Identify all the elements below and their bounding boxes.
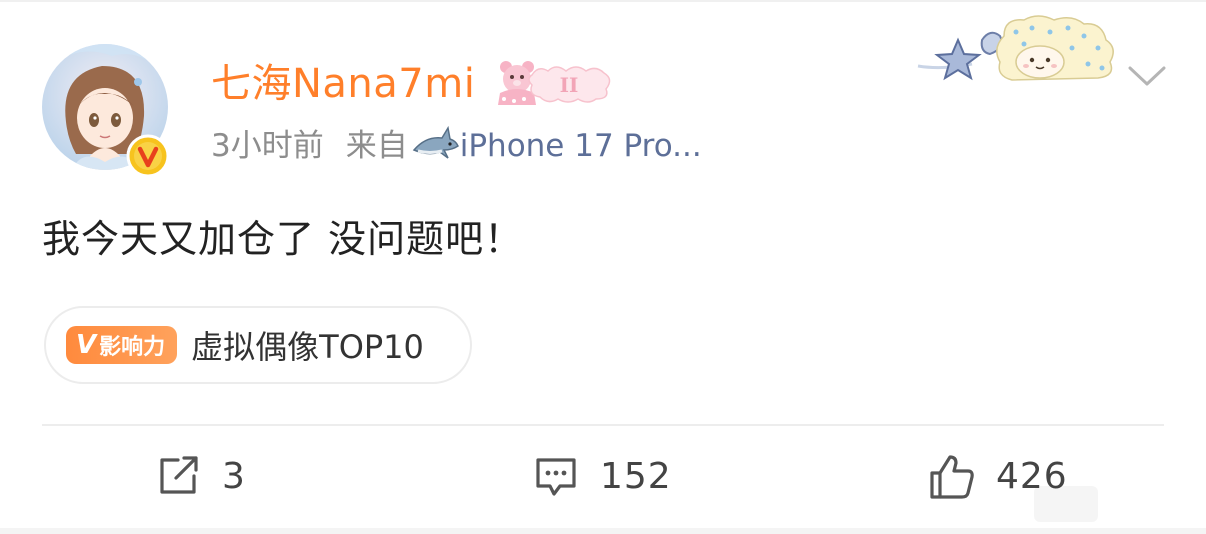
comment-icon: [536, 458, 576, 496]
source-device-link[interactable]: iPhone 17 Pro...: [460, 124, 702, 168]
decoration-sticker-icon: [917, 15, 1114, 81]
svg-text:II: II: [560, 73, 579, 97]
post-menu-button[interactable]: [1122, 56, 1172, 96]
username[interactable]: 七海Nana7mi: [211, 58, 475, 110]
topic-label: 虚拟偶像TOP10: [191, 328, 424, 366]
verified-badge-icon: [126, 134, 170, 178]
watermark: [1034, 486, 1098, 522]
source-prefix: 来自: [345, 128, 408, 164]
top-border: [0, 0, 1206, 2]
comment-button[interactable]: 152: [532, 446, 672, 506]
topic-chip[interactable]: V 影响力 虚拟偶像TOP10: [44, 306, 472, 384]
influence-badge-label: 影响力: [99, 335, 166, 360]
chevron-down-icon: [1128, 66, 1166, 86]
post-meta: 3小时前 来自 iPhone 17 Pro...: [211, 124, 702, 168]
share-icon: [160, 456, 198, 494]
post-time: 3小时前: [211, 128, 324, 164]
thumbs-up-icon: [930, 455, 974, 499]
influence-badge-v: V: [76, 330, 97, 360]
repost-button[interactable]: 3: [154, 446, 246, 506]
shark-icon: [412, 125, 459, 159]
comment-count: 152: [600, 455, 672, 497]
post-text: 我今天又加仓了 没问题吧！: [42, 217, 524, 261]
bottom-border: [0, 528, 1206, 534]
repost-count: 3: [222, 455, 246, 497]
member-badge-icon[interactable]: II: [492, 57, 614, 107]
influence-badge: V 影响力: [66, 326, 178, 364]
divider: [42, 424, 1164, 426]
